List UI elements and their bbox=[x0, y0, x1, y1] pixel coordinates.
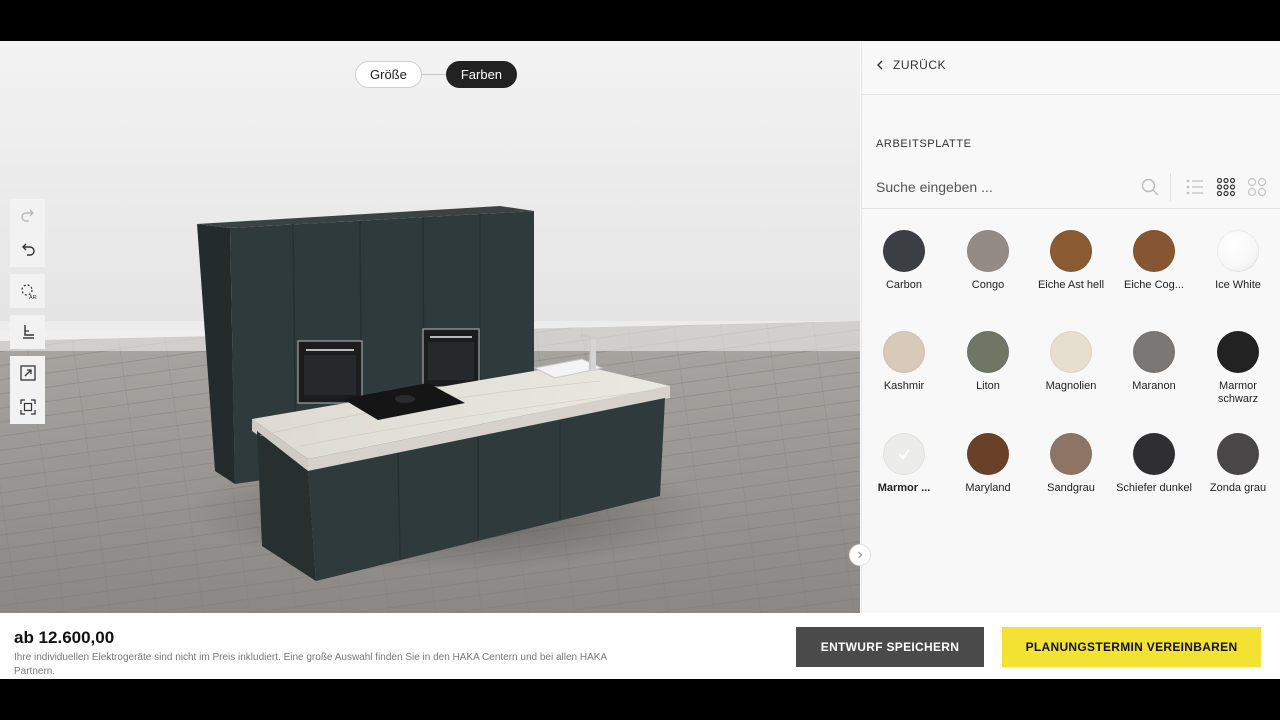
swatch-color bbox=[883, 433, 925, 475]
price-note: Ihre individuellen Elektrogeräte sind ni… bbox=[14, 652, 607, 677]
material-panel: ZURÜCK ARBEITSPLATTE Suche eingeben ... … bbox=[861, 41, 1280, 613]
swatch-label: Marmor ... bbox=[877, 482, 931, 494]
swatch-color bbox=[883, 230, 925, 272]
swatch-marmor-schwarz[interactable]: Marmor schwarz bbox=[1196, 331, 1280, 406]
swatch-color bbox=[1133, 230, 1175, 272]
footer-bar: ab 12.600,00 Ihre individuellen Elektrog… bbox=[0, 613, 1280, 679]
swatch-label: Maranon bbox=[1132, 380, 1176, 392]
swatch-eiche-cognac[interactable]: Eiche Cog... bbox=[1112, 230, 1196, 292]
configurator-steps: Größe Farben bbox=[355, 61, 518, 88]
step-colors[interactable]: Farben bbox=[445, 61, 518, 88]
chevron-left-icon bbox=[877, 60, 883, 70]
measure-icon bbox=[22, 325, 34, 339]
kitchen-3d-render[interactable] bbox=[0, 41, 860, 613]
undo-icon bbox=[21, 243, 35, 256]
fit-view-icon bbox=[19, 399, 36, 415]
swatch-carbon[interactable]: Carbon bbox=[862, 230, 946, 292]
swatch-color bbox=[967, 230, 1009, 272]
swatch-color bbox=[1050, 331, 1092, 373]
swatch-label: Maryland bbox=[965, 482, 1011, 494]
swatch-magnolien[interactable]: Magnolien bbox=[1029, 331, 1113, 393]
swatch-label: Liton bbox=[976, 380, 1000, 392]
section-title: ARBEITSPLATTE bbox=[876, 138, 972, 150]
step-size[interactable]: Größe bbox=[355, 61, 422, 88]
swatch-label: Sandgrau bbox=[1047, 482, 1095, 494]
viewport-toolbar: AR bbox=[10, 199, 45, 424]
search-separator bbox=[1170, 173, 1171, 201]
undo-button[interactable] bbox=[10, 233, 45, 267]
swatch-maranon[interactable]: Maranon bbox=[1112, 331, 1196, 393]
swatch-eiche-ast-hell[interactable]: Eiche Ast hell bbox=[1029, 230, 1113, 292]
ar-view-button[interactable]: AR bbox=[10, 274, 45, 308]
search-bar bbox=[862, 165, 1280, 209]
redo-button[interactable] bbox=[10, 199, 45, 233]
swatch-label: Schiefer dunkel bbox=[1116, 482, 1192, 494]
swatch-label: Eiche Cog... bbox=[1124, 279, 1184, 291]
swatch-label: Eiche Ast hell bbox=[1037, 279, 1105, 291]
swatch-color bbox=[1133, 433, 1175, 475]
price-label: ab 12.600,00 bbox=[14, 628, 115, 647]
step-connector bbox=[421, 74, 446, 75]
swatch-maryland[interactable]: Maryland bbox=[946, 433, 1030, 495]
check-icon bbox=[898, 449, 910, 460]
list-view-icon[interactable] bbox=[1185, 177, 1205, 197]
swatch-color bbox=[1217, 433, 1259, 475]
swatch-schiefer-dunkel[interactable]: Schiefer dunkel bbox=[1112, 433, 1196, 495]
fit-view-button[interactable] bbox=[10, 390, 45, 424]
swatch-label: Carbon bbox=[885, 279, 923, 291]
swatch-label: Ice White bbox=[1215, 279, 1261, 291]
swatch-color bbox=[967, 433, 1009, 475]
swatch-kashmir[interactable]: Kashmir bbox=[862, 331, 946, 393]
kitchen-configurator: Größe Farben AR ZURÜCK ARBEITSPLATTE Suc… bbox=[0, 41, 1280, 679]
swatch-color bbox=[1133, 331, 1175, 373]
measure-button[interactable] bbox=[10, 315, 45, 349]
large-grid-view-icon[interactable] bbox=[1247, 177, 1267, 197]
swatch-color bbox=[1050, 433, 1092, 475]
swatch-marmor-selected[interactable]: Marmor ... bbox=[862, 433, 946, 495]
swatch-color bbox=[1217, 230, 1259, 272]
redo-icon bbox=[20, 209, 34, 222]
swatch-zonda-grau[interactable]: Zonda grau bbox=[1196, 433, 1280, 495]
expand-icon bbox=[19, 365, 36, 381]
expand-button[interactable] bbox=[10, 356, 45, 390]
swatch-congo[interactable]: Congo bbox=[946, 230, 1030, 292]
swatch-label: Kashmir bbox=[883, 380, 925, 392]
back-label: ZURÜCK bbox=[893, 58, 946, 72]
swatch-liton[interactable]: Liton bbox=[946, 331, 1030, 393]
back-button[interactable]: ZURÜCK bbox=[876, 58, 946, 72]
chevron-right-icon bbox=[858, 551, 863, 559]
swatch-ice-white[interactable]: Ice White bbox=[1196, 230, 1280, 292]
swatch-label: Congo bbox=[971, 279, 1005, 291]
grid-view-icon[interactable] bbox=[1216, 177, 1236, 197]
swatch-label: Magnolien bbox=[1045, 380, 1097, 392]
search-icon[interactable] bbox=[1140, 177, 1160, 197]
swatch-color bbox=[883, 331, 925, 373]
swatch-color bbox=[1217, 331, 1259, 373]
swatch-color bbox=[967, 331, 1009, 373]
3d-viewport[interactable]: Größe Farben AR bbox=[0, 41, 860, 613]
swatch-label: Marmor schwarz bbox=[1217, 380, 1259, 405]
save-draft-button[interactable]: ENTWURF SPEICHERN bbox=[796, 627, 984, 667]
book-appointment-button[interactable]: PLANUNGSTERMIN VEREINBAREN bbox=[1002, 627, 1261, 667]
ar-view-icon: AR bbox=[20, 284, 37, 300]
swatch-sandgrau[interactable]: Sandgrau bbox=[1029, 433, 1113, 495]
swatch-color bbox=[1050, 230, 1092, 272]
swatch-label: Zonda grau bbox=[1209, 482, 1267, 494]
search-input[interactable] bbox=[876, 174, 1131, 200]
panel-toggle-button[interactable] bbox=[849, 544, 871, 566]
panel-divider bbox=[862, 94, 1280, 95]
svg-text:AR: AR bbox=[29, 295, 37, 300]
